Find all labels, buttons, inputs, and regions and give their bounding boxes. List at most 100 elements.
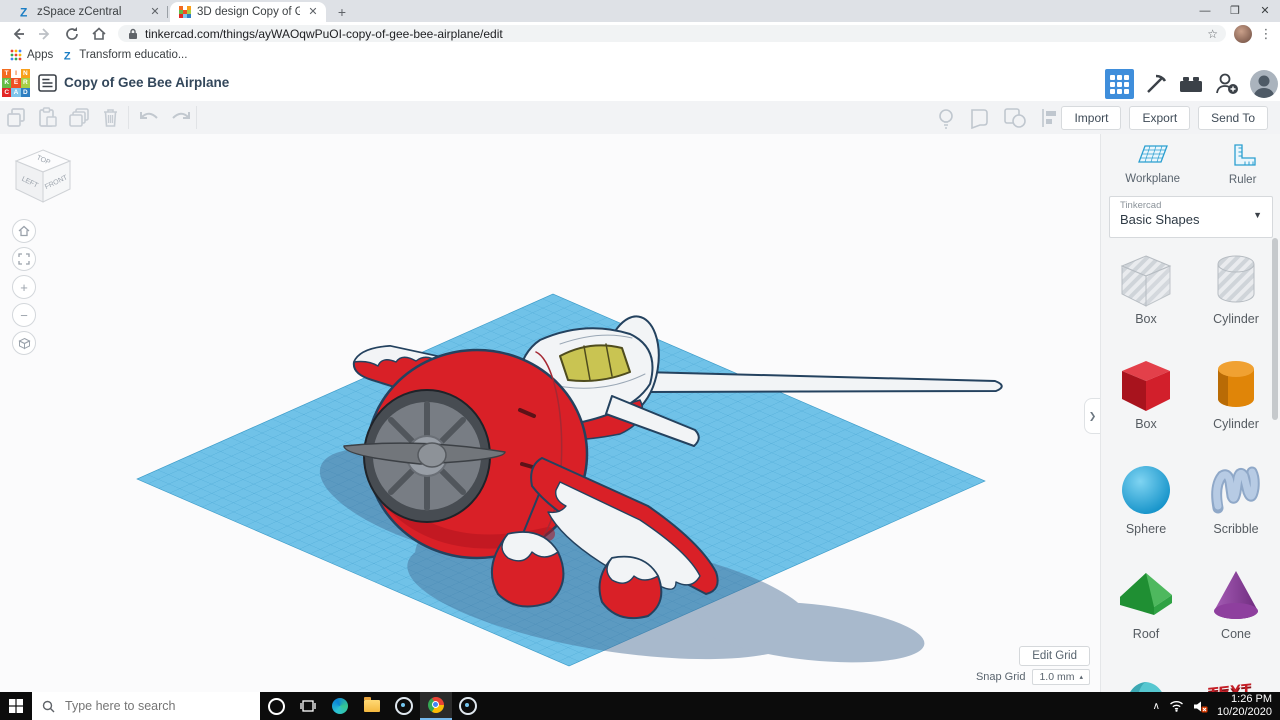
shape-box-hole[interactable]: Box xyxy=(1101,250,1191,355)
logo-cell: A xyxy=(11,88,20,97)
user-avatar[interactable] xyxy=(1250,70,1278,98)
bookmark-star-icon[interactable]: ☆ xyxy=(1207,27,1218,41)
svg-text:TEXT: TEXT xyxy=(1208,680,1252,692)
zspace-studio-icon[interactable] xyxy=(452,692,484,720)
tab-title: 3D design Copy of Gee Bee Airpl xyxy=(197,6,300,18)
group-icon[interactable] xyxy=(968,107,991,129)
window-minimize-button[interactable]: — xyxy=(1190,0,1220,22)
shape-scribble[interactable]: Scribble xyxy=(1191,460,1280,565)
brick-blocks-icon[interactable] xyxy=(1178,73,1204,95)
edge-icon[interactable] xyxy=(324,692,356,720)
shapes-panel: Workplane Ruler Tinkercad Basic Shapes ▼… xyxy=(1100,134,1280,692)
cylinder-icon xyxy=(1206,357,1266,415)
volume-muted-icon[interactable] xyxy=(1193,700,1208,713)
wifi-icon[interactable] xyxy=(1169,700,1184,712)
tab-close-icon[interactable]: ✕ xyxy=(148,5,162,19)
tab-zspace[interactable]: Z zSpace zCentral ✕ xyxy=(10,2,168,22)
delete-icon[interactable] xyxy=(101,107,120,128)
shape-cylinder-hole[interactable]: Cylinder xyxy=(1191,250,1280,355)
new-tab-button[interactable]: + xyxy=(334,4,350,20)
edit-grid-button[interactable]: Edit Grid xyxy=(1019,646,1090,666)
panel-collapse-chevron[interactable]: ❯ xyxy=(1084,398,1100,434)
taskbar-search[interactable] xyxy=(32,692,260,720)
view-cube[interactable]: TOP LEFT FRONT xyxy=(10,146,76,208)
home-view-button[interactable] xyxy=(12,219,36,243)
tab-close-icon[interactable]: ✕ xyxy=(306,5,320,19)
logo-cell: K xyxy=(2,78,11,87)
tab-tinkercad[interactable]: 3D design Copy of Gee Bee Airpl ✕ xyxy=(170,2,326,22)
panel-scrollbar[interactable] xyxy=(1272,238,1278,420)
browser-tab-strip: Z zSpace zCentral ✕ 3D design Copy of Ge… xyxy=(0,0,1280,22)
home-icon[interactable] xyxy=(90,25,108,43)
task-view-icon[interactable] xyxy=(292,692,324,720)
browser-nav-bar: tinkercad.com/things/ayWAOqwPuOI-copy-of… xyxy=(0,22,1280,45)
scribble-icon xyxy=(1206,462,1266,520)
search-input[interactable] xyxy=(63,698,247,714)
perspective-toggle-button[interactable] xyxy=(12,331,36,355)
bookmark-transform[interactable]: Z Transform educatio... xyxy=(63,49,187,61)
shape-roof[interactable]: Roof xyxy=(1101,565,1191,670)
ruler-tool[interactable]: Ruler xyxy=(1229,143,1257,186)
start-button[interactable] xyxy=(0,692,32,720)
box-hole-icon xyxy=(1116,252,1176,310)
send-to-button[interactable]: Send To xyxy=(1198,106,1268,130)
align-icon[interactable] xyxy=(1039,107,1061,129)
zoom-in-button[interactable]: + xyxy=(12,275,36,299)
duplicate-icon[interactable] xyxy=(68,107,91,128)
export-button[interactable]: Export xyxy=(1129,106,1190,130)
ruler-icon xyxy=(1229,143,1257,171)
3d-canvas[interactable]: TOP LEFT FRONT + − ❯ Edit Grid Snap Grid… xyxy=(0,134,1100,692)
library-brand: Tinkercad xyxy=(1120,200,1262,211)
hidden-icons-chevron[interactable]: ∧ xyxy=(1153,701,1160,712)
cortana-icon[interactable] xyxy=(260,692,292,720)
shape-box[interactable]: Box xyxy=(1101,355,1191,460)
address-bar[interactable]: tinkercad.com/things/ayWAOqwPuOI-copy-of… xyxy=(118,25,1226,42)
add-user-icon[interactable] xyxy=(1214,72,1240,96)
roof-icon xyxy=(1116,567,1176,625)
svg-text:Z: Z xyxy=(64,50,71,60)
paste-icon[interactable] xyxy=(37,107,58,128)
snap-grid-select[interactable]: 1.0 mm ▴ xyxy=(1032,669,1090,685)
copy-icon[interactable] xyxy=(6,107,27,128)
chrome-icon[interactable] xyxy=(420,692,452,720)
tab-divider xyxy=(167,6,168,18)
browser-menu-icon[interactable]: ⋮ xyxy=(1258,26,1274,42)
import-button[interactable]: Import xyxy=(1061,106,1121,130)
logo-cell: I xyxy=(11,69,20,78)
shape-label: Box xyxy=(1135,417,1157,431)
cone-icon xyxy=(1206,567,1266,625)
shape-cylinder[interactable]: Cylinder xyxy=(1191,355,1280,460)
window-close-button[interactable]: ✕ xyxy=(1250,0,1280,22)
dashboard-tiles-button[interactable] xyxy=(1105,69,1134,99)
fit-view-button[interactable] xyxy=(12,247,36,271)
design-title[interactable]: Copy of Gee Bee Airplane xyxy=(64,75,229,90)
3d-viewport[interactable] xyxy=(0,134,1100,692)
tinkercad-header: T I N K E R C A D Copy of Gee Bee Airpla… xyxy=(0,65,1280,101)
show-all-bulb-icon[interactable] xyxy=(936,107,956,129)
bookmark-apps[interactable]: Apps xyxy=(10,49,53,61)
tinkercad-logo[interactable]: T I N K E R C A D xyxy=(2,69,30,97)
shape-paraboloid[interactable] xyxy=(1101,670,1191,692)
redo-icon[interactable] xyxy=(170,109,192,127)
shape-cone[interactable]: Cone xyxy=(1191,565,1280,670)
design-properties-icon[interactable] xyxy=(38,74,57,92)
text-shape-icon: TEXT TEXT xyxy=(1204,672,1268,692)
refresh-icon[interactable] xyxy=(63,25,81,43)
minecraft-pickaxe-icon[interactable] xyxy=(1144,72,1168,96)
shape-sphere[interactable]: Sphere xyxy=(1101,460,1191,565)
window-restore-button[interactable]: ❐ xyxy=(1220,0,1250,22)
browser-profile-avatar[interactable] xyxy=(1234,25,1252,43)
bookmarks-bar: Apps Z Transform educatio... xyxy=(0,45,1280,66)
shape-text[interactable]: TEXT TEXT xyxy=(1191,670,1280,692)
zspace-app-icon[interactable] xyxy=(388,692,420,720)
undo-icon[interactable] xyxy=(138,109,160,127)
file-explorer-icon[interactable] xyxy=(356,692,388,720)
workplane-tool[interactable]: Workplane xyxy=(1125,144,1180,185)
shape-library-dropdown[interactable]: Tinkercad Basic Shapes ▼ xyxy=(1109,196,1273,238)
taskbar-clock[interactable]: 1:26 PM 10/20/2020 xyxy=(1217,693,1272,719)
ungroup-icon[interactable] xyxy=(1003,107,1027,129)
forward-icon[interactable] xyxy=(36,25,54,43)
tinkercad-favicon xyxy=(179,6,191,18)
zoom-out-button[interactable]: − xyxy=(12,303,36,327)
back-icon[interactable] xyxy=(9,25,27,43)
